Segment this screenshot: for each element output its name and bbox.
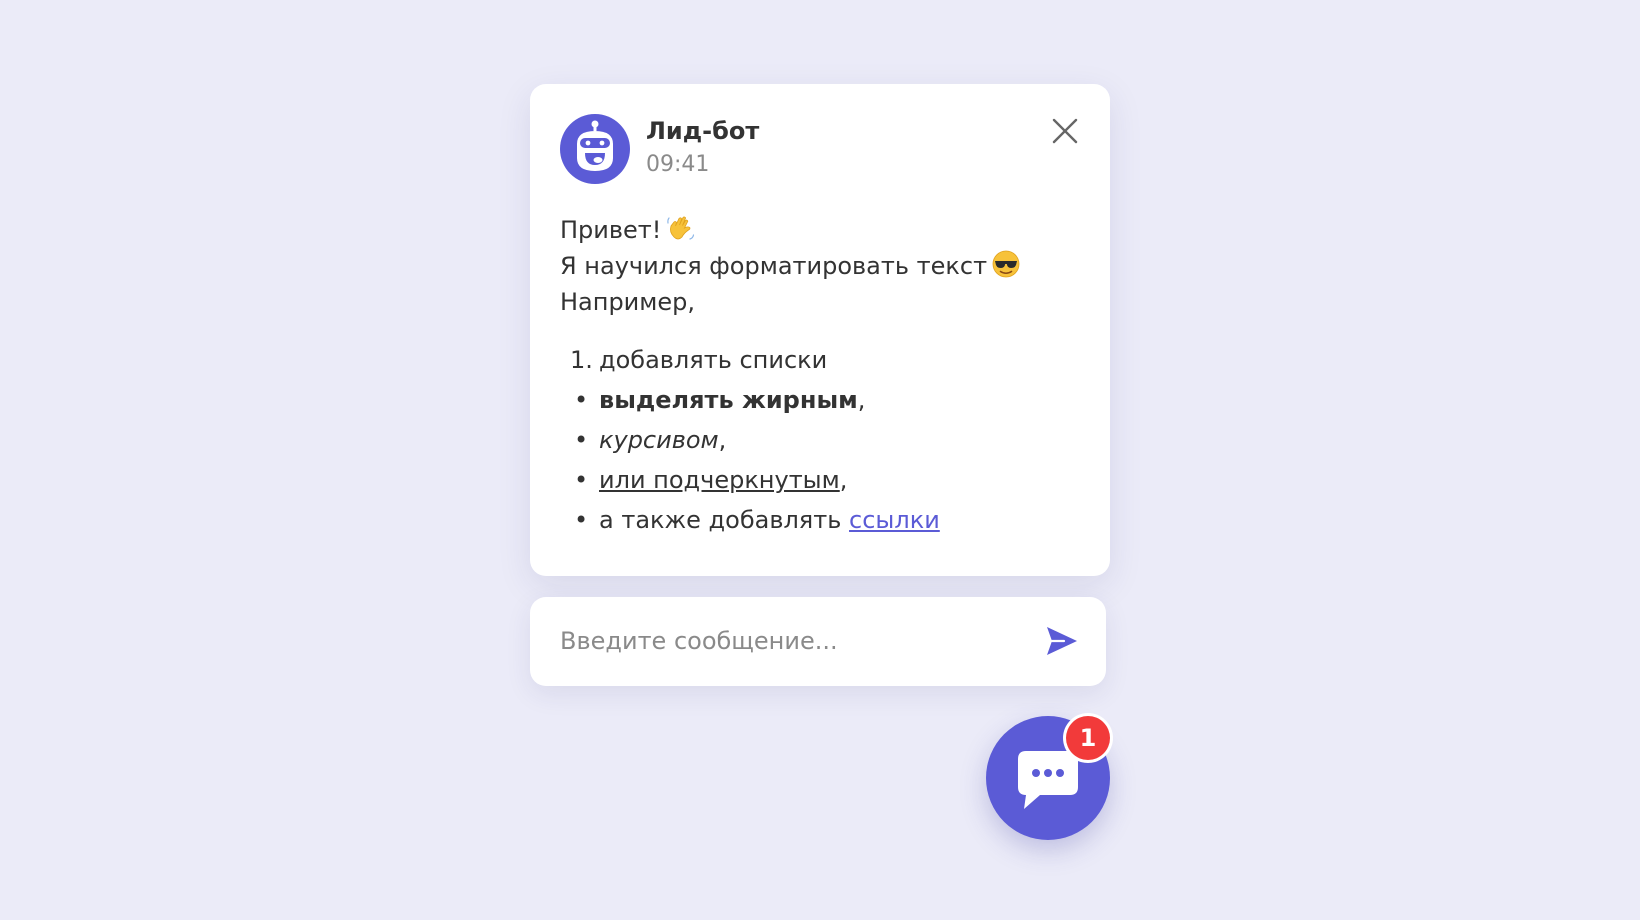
send-icon — [1047, 627, 1077, 655]
message-line: Я научился форматировать текст — [560, 248, 1090, 284]
list-item: 1. добавлять списки — [560, 340, 1090, 380]
list-bullet: • — [574, 426, 589, 454]
list-number: 1. — [570, 346, 593, 374]
unread-badge: 1 — [1066, 716, 1110, 760]
comma: , — [857, 386, 866, 414]
list-bullet: • — [574, 506, 589, 534]
message-line: Привет! — [560, 212, 1090, 248]
bot-message: Привет! Я научился форматировать текст Н… — [560, 212, 1090, 540]
bot-name: Лид-бот — [646, 117, 760, 145]
greeting-text: Привет! — [560, 216, 662, 244]
list-bullet: • — [574, 386, 589, 414]
close-button[interactable] — [1048, 114, 1082, 148]
list-item-text: а также добавлять — [599, 506, 842, 534]
comma: , — [718, 426, 727, 454]
message-composer — [530, 597, 1106, 686]
waving-hand-emoji — [667, 216, 695, 240]
italic-text: курсивом — [599, 426, 719, 454]
list-item-text: добавлять списки — [599, 346, 828, 374]
list-bullet: • — [574, 466, 589, 494]
message-input[interactable] — [560, 619, 1020, 663]
chat-bubble-icon — [1018, 751, 1078, 809]
robot-icon — [577, 120, 613, 171]
message-text: Например, — [560, 288, 696, 316]
send-button[interactable] — [1044, 623, 1080, 659]
message-timestamp: 09:41 — [646, 152, 710, 177]
close-icon — [1052, 118, 1078, 144]
list-item: • а также добавлять ссылки — [560, 500, 1090, 540]
formatted-list: 1. добавлять списки • выделять жирным, •… — [560, 340, 1090, 540]
list-item: • выделять жирным, — [560, 380, 1090, 420]
list-item: • или подчеркнутым, — [560, 460, 1090, 500]
underlined-text: или подчеркнутым — [599, 466, 840, 494]
bold-text: выделять жирным — [599, 386, 858, 414]
list-item: • курсивом, — [560, 420, 1090, 460]
sunglasses-emoji — [992, 250, 1020, 278]
message-text: Я научился форматировать текст — [560, 252, 988, 280]
comma: , — [839, 466, 848, 494]
message-link[interactable]: ссылки — [849, 506, 940, 534]
chat-widget-card: Лид-бот 09:41 Привет! Я научился формати… — [530, 84, 1110, 576]
bot-avatar — [560, 114, 630, 184]
